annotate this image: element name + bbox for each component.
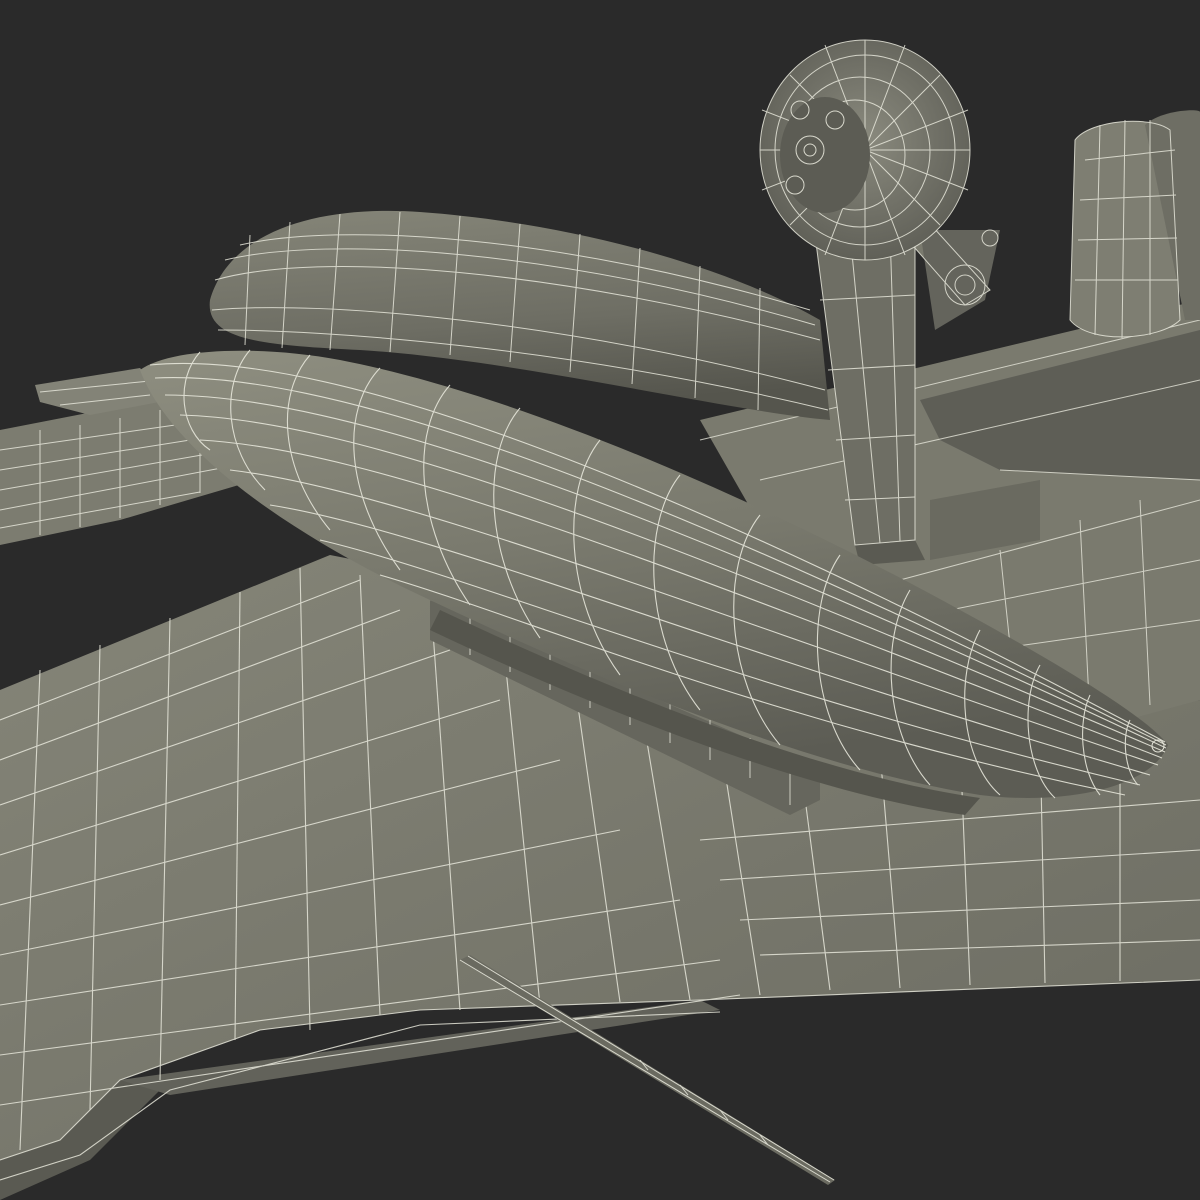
landing-gear-wheel (759, 39, 971, 261)
wireframe-aircraft-render (0, 0, 1200, 1200)
